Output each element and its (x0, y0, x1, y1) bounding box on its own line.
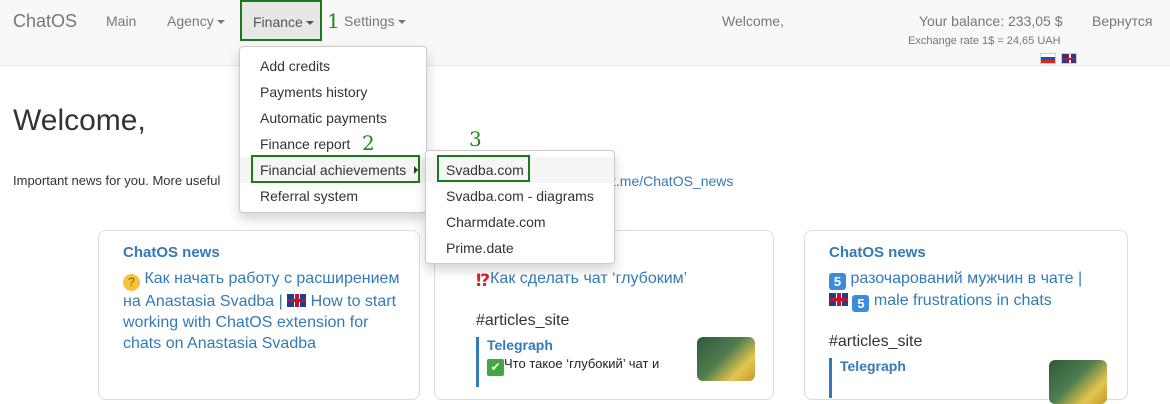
gb-flag-icon (287, 294, 307, 307)
menu-item-referral-system[interactable]: Referral system (240, 183, 426, 209)
gb-flag-icon[interactable] (1061, 53, 1077, 64)
card-article-en-text: male frustrations in chats (873, 292, 1052, 309)
balance-text: Your balance: 233,05 $ (919, 13, 1063, 29)
card-title-link[interactable]: ChatOS news (829, 244, 926, 261)
card-article-ru-text: разочарований мужчин в чате | (850, 270, 1083, 287)
annotation-highlight-box (251, 155, 420, 183)
card-article-text[interactable]: 5 разочарований мужчин в чате | 5 male f… (829, 268, 1119, 312)
keycap-five-icon: 5 (852, 295, 870, 312)
card-article-text[interactable]: ? Как начать работу с расширением на Ana… (123, 268, 403, 354)
gb-flag-icon (829, 293, 848, 306)
page-title: Welcome, (13, 104, 146, 137)
hashtag-text: #articles_site (476, 312, 570, 329)
card-article-link-text: Как сделать чат ‘глубоким’ (490, 270, 688, 287)
menu-item-finance-report[interactable]: Finance report (240, 131, 426, 157)
check-mark-icon: ✔ (487, 359, 504, 376)
article-thumbnail (697, 337, 755, 381)
news-card: ChatOS news 5 разочарований мужчин в чат… (804, 230, 1128, 404)
finance-dropdown-menu: Add credits Payments history Automatic p… (239, 46, 427, 213)
thinking-face-icon: ? (123, 274, 140, 291)
telegraph-label: Telegraph (487, 337, 553, 353)
nav-item-main[interactable]: Main (106, 13, 136, 29)
telegraph-preview[interactable]: Telegraph ✔ Что такое ‘глубокий’ чат и (476, 337, 691, 387)
menu-item-payments-history[interactable]: Payments history (240, 79, 426, 105)
menu-item-add-credits[interactable]: Add credits (240, 53, 426, 79)
submenu-item-svadba-diagrams[interactable]: Svadba.com - diagrams (426, 183, 614, 209)
annotation-step-1: 1 (327, 9, 340, 33)
chevron-down-icon (397, 20, 406, 25)
nav-item-settings-label: Settings (344, 13, 395, 29)
news-intro-text: Important news for you. More useful (13, 173, 221, 188)
submenu-item-prime-date[interactable]: Prime.date (426, 235, 614, 261)
exchange-rate-text: Exchange rate 1$ = 24,65 UAH (908, 35, 1061, 47)
ru-flag-icon[interactable] (1040, 53, 1056, 64)
telegraph-label: Telegraph (840, 358, 906, 374)
back-link[interactable]: Вернутся (1092, 13, 1152, 29)
news-card: ChatOS news ? Как начать работу с расшир… (98, 230, 420, 400)
submenu-item-charmdate[interactable]: Charmdate.com (426, 209, 614, 235)
card-title-link[interactable]: ChatOS news (123, 244, 220, 261)
keycap-five-icon: 5 (829, 273, 846, 290)
navbar-welcome-text: Welcome, (722, 13, 784, 29)
brand-logo-link[interactable]: ChatOS (13, 11, 77, 32)
top-navbar: ChatOS Main Agency Finance 1 Settings We… (0, 0, 1170, 66)
nav-item-agency-label: Agency (167, 13, 214, 29)
card-article-text[interactable]: ⁉Как сделать чат ‘глубоким’ (476, 268, 766, 289)
telegraph-preview-title: Что такое ‘глубокий’ чат и (504, 356, 660, 371)
telegraph-preview[interactable]: Telegraph (829, 358, 1029, 398)
nav-item-settings[interactable]: Settings (344, 13, 406, 29)
telegraph-preview-text: ✔ Что такое ‘глубокий’ чат и (487, 356, 691, 376)
nav-item-finance-label: Finance (253, 14, 303, 30)
telegram-news-link[interactable]: t.me/ChatOS_news (612, 173, 733, 189)
hashtag-text: #articles_site (829, 333, 923, 350)
annotation-highlight-box (437, 155, 530, 182)
exclamation-question-icon: ⁉ (476, 271, 491, 290)
menu-item-automatic-payments[interactable]: Automatic payments (240, 105, 426, 131)
article-thumbnail (1049, 360, 1107, 404)
annotation-step-2: 2 (362, 131, 375, 155)
chevron-down-icon (216, 20, 225, 25)
nav-item-finance[interactable]: Finance (240, 0, 322, 41)
annotation-step-3: 3 (469, 127, 482, 151)
nav-item-agency[interactable]: Agency (167, 13, 225, 29)
chevron-down-icon (305, 21, 314, 26)
